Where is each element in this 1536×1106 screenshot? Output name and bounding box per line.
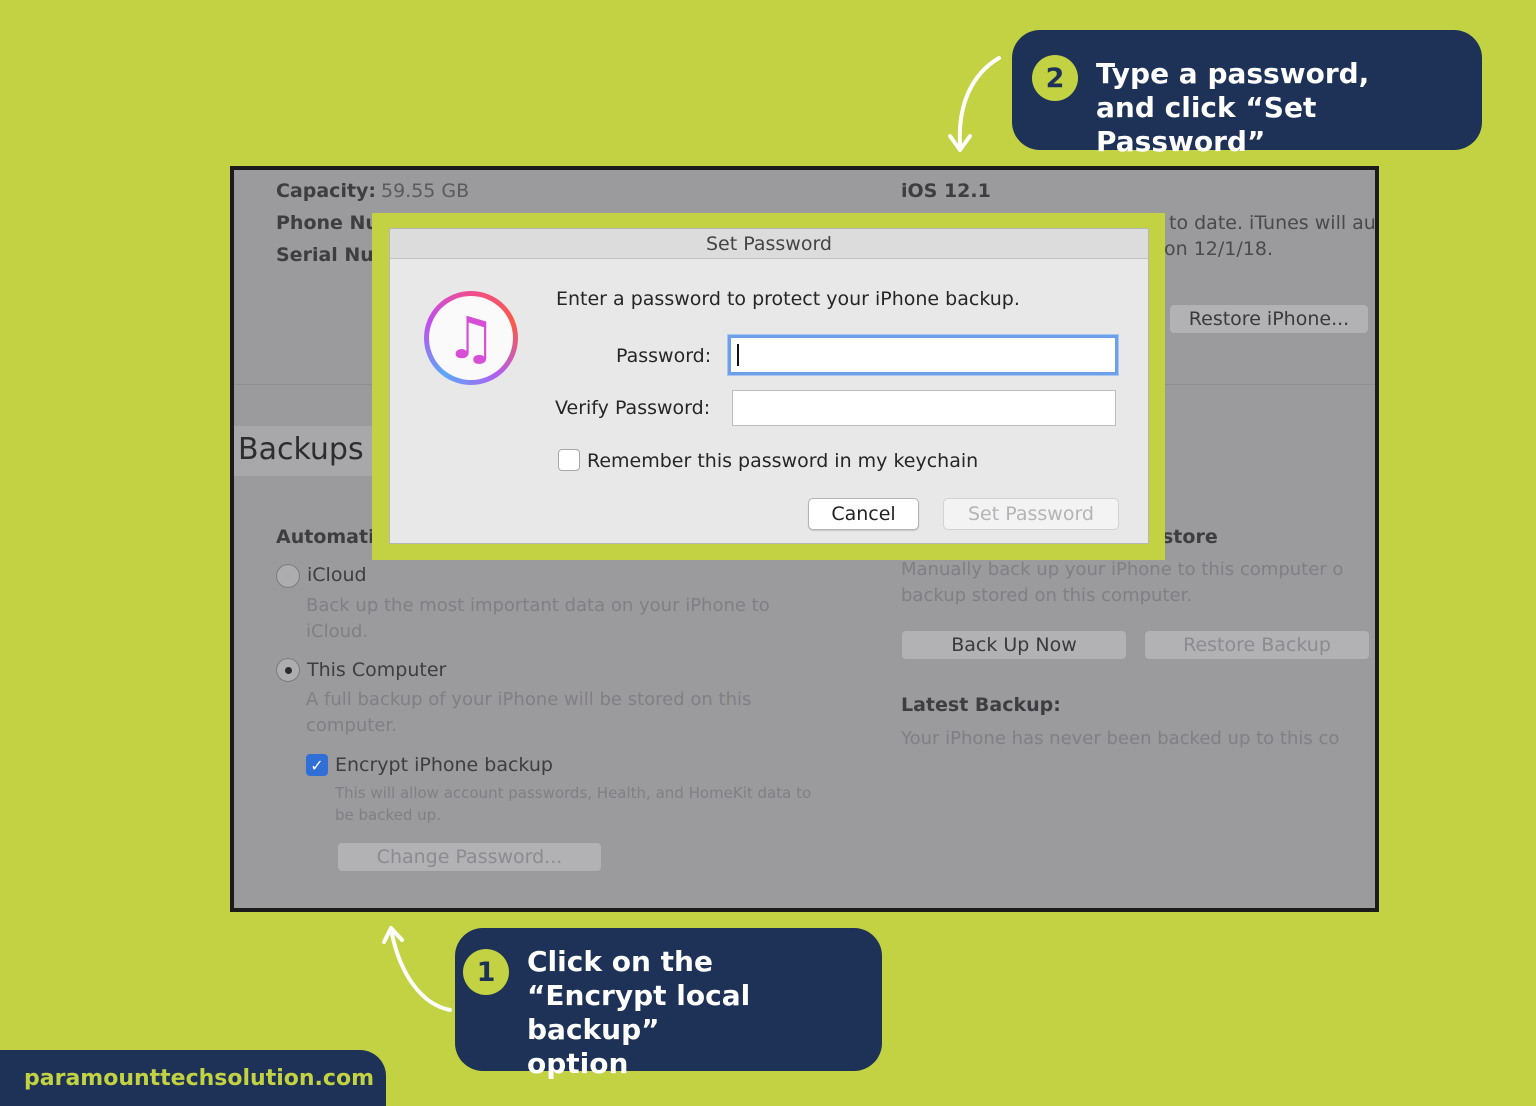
set-password-button[interactable]: Set Password xyxy=(943,498,1119,530)
restore-iphone-button[interactable]: Restore iPhone... xyxy=(1169,304,1369,334)
password-input[interactable] xyxy=(728,335,1118,375)
this-computer-radio[interactable] xyxy=(276,658,300,682)
icloud-desc-line-2: iCloud. xyxy=(306,621,369,642)
step1-arrow-icon xyxy=(382,926,452,1012)
step1-text: Click on the “Encrypt local backup” opti… xyxy=(527,945,751,1080)
itunes-icon: ♫ xyxy=(424,291,518,385)
encrypt-desc-line-1: This will allow account passwords, Healt… xyxy=(335,784,812,802)
verify-password-input[interactable] xyxy=(732,390,1116,426)
update-line-1: to date. iTunes will au xyxy=(1169,212,1376,234)
dialog-titlebar: Set Password xyxy=(390,229,1148,259)
checkmark-icon: ✓ xyxy=(310,755,324,775)
dialog-prompt: Enter a password to protect your iPhone … xyxy=(556,288,1020,310)
text-caret xyxy=(737,344,739,366)
phone-number-label: Phone Nu xyxy=(276,212,379,234)
music-note-icon: ♫ xyxy=(429,296,513,380)
step2-arrow-icon xyxy=(948,56,1001,152)
automatic-backup-header: Automati xyxy=(276,526,375,548)
computer-desc-line-2: computer. xyxy=(306,715,397,736)
encrypt-label: Encrypt iPhone backup xyxy=(335,754,553,776)
icloud-radio[interactable] xyxy=(276,564,300,588)
verify-password-label: Verify Password: xyxy=(555,397,711,419)
latest-backup-label: Latest Backup: xyxy=(901,694,1061,716)
step2-badge: 2 xyxy=(1032,55,1078,101)
latest-backup-value: Your iPhone has never been backed up to … xyxy=(901,728,1340,749)
password-label: Password: xyxy=(616,345,712,367)
update-line-2: on 12/1/18. xyxy=(1164,238,1273,260)
step2-text: Type a password, and click “Set Password… xyxy=(1096,57,1370,158)
restore-backup-button[interactable]: Restore Backup xyxy=(1144,630,1370,660)
manual-desc-line-2: backup stored on this computer. xyxy=(901,585,1193,606)
encrypt-desc-line-2: be backed up. xyxy=(335,806,441,824)
this-computer-label: This Computer xyxy=(307,659,447,681)
manual-backup-header: store xyxy=(1162,526,1218,548)
backups-title: Backups xyxy=(238,432,364,467)
step1-callout: 1 Click on the “Encrypt local backup” op… xyxy=(455,928,882,1080)
remember-keychain-label: Remember this password in my keychain xyxy=(587,450,979,472)
capacity-value: 59.55 GB xyxy=(381,180,470,202)
icloud-desc-line-1: Back up the most important data on your … xyxy=(306,595,770,616)
dialog-title: Set Password xyxy=(706,232,832,255)
step1-badge: 1 xyxy=(463,949,509,995)
encrypt-checkbox[interactable]: ✓ xyxy=(306,754,328,776)
manual-desc-line-1: Manually back up your iPhone to this com… xyxy=(901,559,1344,580)
icloud-label: iCloud xyxy=(307,564,367,586)
capacity-label: Capacity: xyxy=(276,180,377,202)
remember-keychain-checkbox[interactable] xyxy=(558,449,580,471)
set-password-dialog: Set Password ♫ Enter a password to prote… xyxy=(389,228,1149,544)
serial-number-label: Serial Nu xyxy=(276,244,374,266)
back-up-now-button[interactable]: Back Up Now xyxy=(901,630,1127,660)
site-watermark: paramounttechsolution.com xyxy=(0,1050,386,1106)
computer-desc-line-1: A full backup of your iPhone will be sto… xyxy=(306,689,752,710)
step2-callout: 2 Type a password, and click “Set Passwo… xyxy=(1012,30,1482,158)
site-url: paramounttechsolution.com xyxy=(24,1065,374,1091)
cancel-button[interactable]: Cancel xyxy=(808,498,919,530)
change-password-button[interactable]: Change Password... xyxy=(337,842,602,872)
ios-version: iOS 12.1 xyxy=(901,180,991,202)
